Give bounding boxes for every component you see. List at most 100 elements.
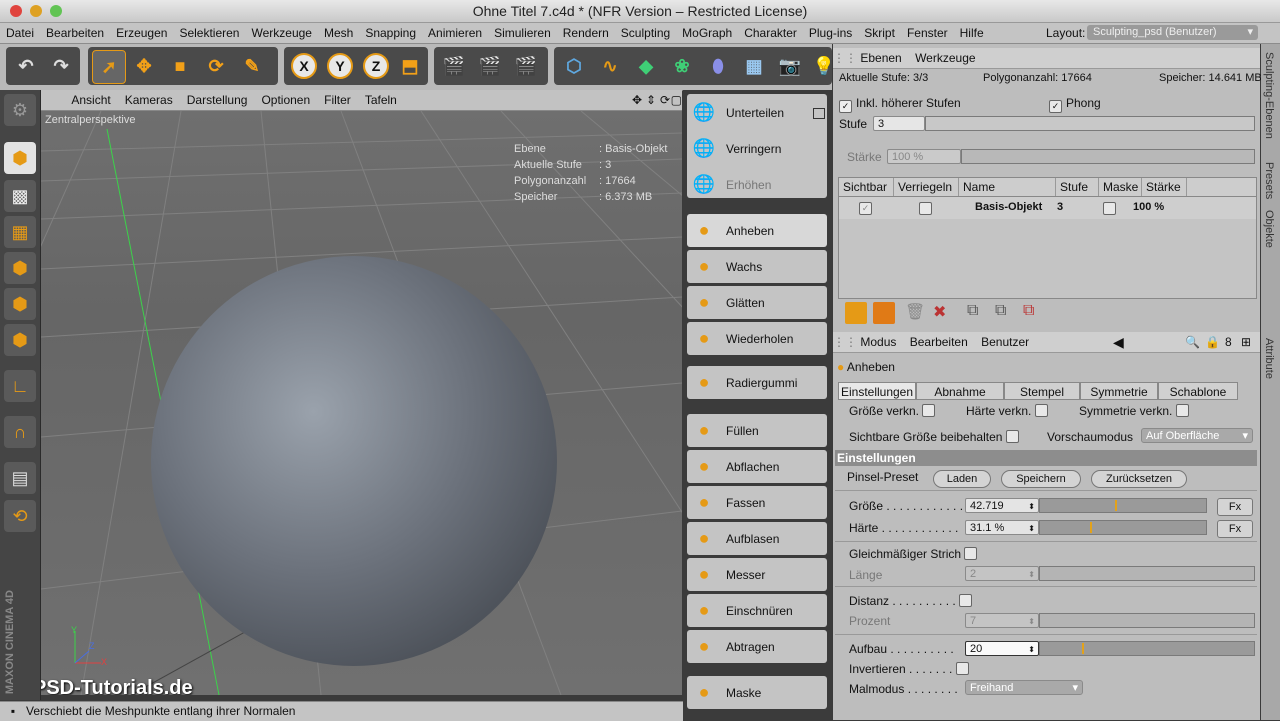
- viewport[interactable]: Zentralperspektive Ebene: Basis-Objekt A…: [41, 111, 682, 695]
- tool-abflachen[interactable]: ● Abflachen: [687, 450, 827, 483]
- search-icon[interactable]: 🔍: [1185, 332, 1200, 352]
- tab-schablone[interactable]: Schablone: [1158, 382, 1238, 400]
- add-folder-icon[interactable]: [873, 302, 895, 324]
- viewport-menu-filter[interactable]: Filter: [317, 90, 358, 110]
- col-staerke[interactable]: Stärke: [1142, 178, 1187, 196]
- tool-abtragen[interactable]: ● Abtragen: [687, 630, 827, 663]
- load-button[interactable]: Laden: [933, 470, 991, 488]
- reset-button[interactable]: Zurücksetzen: [1091, 470, 1187, 488]
- menu-animieren[interactable]: Animieren: [422, 23, 488, 43]
- lock-icon[interactable]: 🔒: [1205, 332, 1220, 352]
- paint-mode-select[interactable]: Freihand ▾: [965, 680, 1083, 695]
- buildup-slider[interactable]: [1039, 641, 1255, 656]
- render-picture-viewer-icon[interactable]: 🎬: [474, 50, 506, 82]
- menu-rendern[interactable]: Rendern: [557, 23, 615, 43]
- tool-wachs[interactable]: ● Wachs: [687, 250, 827, 283]
- side-tab-sculpting-ebenen[interactable]: Sculpting-Ebenen: [1263, 52, 1275, 139]
- size-fx-button[interactable]: Fx: [1217, 498, 1253, 516]
- tool-verringern[interactable]: 🌐 Verringern: [687, 132, 827, 165]
- tool-maske[interactable]: ● Maske: [687, 676, 827, 709]
- menu-sculpting[interactable]: Sculpting: [615, 23, 676, 43]
- select-arrow-icon[interactable]: ➚: [92, 50, 126, 84]
- keep-visible-size-checkbox[interactable]: Sichtbare Größe beibehalten: [849, 430, 1023, 444]
- viewport-menu-ansicht[interactable]: Ansicht: [64, 90, 117, 110]
- texture-mode-icon[interactable]: ▩: [4, 180, 36, 212]
- menu-mesh[interactable]: Mesh: [318, 23, 359, 43]
- coordinate-system-icon[interactable]: ⬒: [394, 50, 426, 82]
- layout-select[interactable]: Sculpting_psd (Benutzer) ▾: [1087, 25, 1258, 40]
- menu-erzeugen[interactable]: Erzeugen: [110, 23, 173, 43]
- hardness-field[interactable]: 31.1 % ⬍: [965, 520, 1039, 535]
- sculpt-brush-icon[interactable]: ✎: [236, 50, 268, 82]
- undo-icon[interactable]: ↶: [10, 50, 42, 82]
- rotate-icon[interactable]: ⟳: [200, 50, 232, 82]
- tab-stempel[interactable]: Stempel: [1004, 382, 1080, 400]
- spline-icon[interactable]: ∿: [594, 50, 626, 82]
- scale-icon[interactable]: ■: [164, 50, 196, 82]
- attr-menu-bearbeiten[interactable]: Bearbeiten: [910, 335, 968, 349]
- tool-aufblasen[interactable]: ● Aufblasen: [687, 522, 827, 555]
- edges-mode-icon[interactable]: ⬢: [4, 288, 36, 320]
- redo-icon[interactable]: ↷: [45, 50, 77, 82]
- cube-icon[interactable]: ⬡: [558, 50, 590, 82]
- tool-unterteilen[interactable]: 🌐 Unterteilen: [687, 96, 827, 129]
- stufe-slider[interactable]: [925, 116, 1255, 131]
- snapping-magnet-icon[interactable]: ∩: [4, 416, 36, 448]
- staerke-field[interactable]: 100 %: [887, 149, 961, 164]
- side-tab-presets[interactable]: Presets: [1263, 162, 1275, 199]
- menu-charakter[interactable]: Charakter: [738, 23, 803, 43]
- menu-simulieren[interactable]: Simulieren: [488, 23, 557, 43]
- close-window-button[interactable]: [10, 5, 22, 17]
- hardness-link-checkbox[interactable]: Härte verkn.: [966, 404, 1052, 418]
- viewport-maximize-icon[interactable]: ▢: [671, 90, 682, 110]
- axis-x-button[interactable]: X: [288, 50, 320, 82]
- tool-fassen[interactable]: ● Fassen: [687, 486, 827, 519]
- phong-checkbox[interactable]: ✓ Phong: [1049, 96, 1101, 113]
- size-link-checkbox[interactable]: Größe verkn.: [849, 404, 939, 418]
- viewport-zoom-icon[interactable]: ⇕: [646, 90, 656, 110]
- col-maske[interactable]: Maske: [1099, 178, 1142, 196]
- tab-werkzeuge[interactable]: Werkzeuge: [915, 51, 975, 65]
- col-name[interactable]: Name: [959, 178, 1056, 196]
- save-button[interactable]: Speichern: [1001, 470, 1081, 488]
- size-slider[interactable]: [1039, 498, 1207, 513]
- points-mode-icon[interactable]: ⬢: [4, 252, 36, 284]
- hardness-slider[interactable]: [1039, 520, 1207, 535]
- menu-datei[interactable]: Datei: [0, 23, 40, 43]
- table-row[interactable]: ✓ Basis-Objekt 3 100 %: [839, 197, 1256, 219]
- tool-radiergummi[interactable]: ● Radiergummi: [687, 366, 827, 399]
- buildup-field[interactable]: 20 ⬍: [965, 641, 1039, 656]
- polygons-mode-icon[interactable]: ⬢: [4, 324, 36, 356]
- tool-glaetten[interactable]: ● Glätten: [687, 286, 827, 319]
- model-mode-icon[interactable]: ⬢: [4, 142, 36, 174]
- menu-fenster[interactable]: Fenster: [901, 23, 954, 43]
- tab-symmetrie[interactable]: Symmetrie: [1080, 382, 1158, 400]
- size-slider-knob[interactable]: [1115, 500, 1117, 511]
- symmetry-link-checkbox[interactable]: Symmetrie verkn.: [1079, 404, 1193, 418]
- size-field[interactable]: 42.719 ⬍: [965, 498, 1039, 513]
- hardness-fx-button[interactable]: Fx: [1217, 520, 1253, 538]
- menu-selektieren[interactable]: Selektieren: [173, 23, 245, 43]
- side-tab-objekte[interactable]: Objekte: [1263, 210, 1275, 248]
- even-stroke-checkbox[interactable]: Gleichmäßiger Strich: [849, 547, 981, 561]
- distance-checkbox[interactable]: Distanz . . . . . . . . . .: [849, 594, 976, 608]
- length-field[interactable]: 2 ⬍: [965, 566, 1039, 581]
- new-panel-icon[interactable]: ⊞: [1241, 332, 1251, 352]
- menu-werkzeuge[interactable]: Werkzeuge: [245, 23, 317, 43]
- render-settings-icon[interactable]: 🎬: [510, 50, 542, 82]
- menu-snapping[interactable]: Snapping: [359, 23, 422, 43]
- tab-ebenen[interactable]: Ebenen: [860, 51, 901, 65]
- tool-erhoehen[interactable]: 🌐 Erhöhen: [687, 168, 827, 201]
- side-tab-attribute[interactable]: Attribute: [1263, 338, 1275, 379]
- bake-layer-icon[interactable]: ⧉: [1023, 302, 1045, 324]
- menu-mograph[interactable]: MoGraph: [676, 23, 738, 43]
- col-verriegeln[interactable]: Verriegeln: [894, 178, 959, 196]
- buildup-slider-knob[interactable]: [1082, 643, 1084, 654]
- move-icon[interactable]: ✥: [128, 50, 160, 82]
- render-view-icon[interactable]: 🎬: [438, 50, 470, 82]
- attr-menu-benutzer[interactable]: Benutzer: [981, 335, 1029, 349]
- deformer-icon[interactable]: ⬮: [702, 50, 734, 82]
- preview-mode-select[interactable]: Auf Oberfläche ▾: [1141, 428, 1253, 443]
- axis-y-button[interactable]: Y: [324, 50, 356, 82]
- minimize-window-button[interactable]: [30, 5, 42, 17]
